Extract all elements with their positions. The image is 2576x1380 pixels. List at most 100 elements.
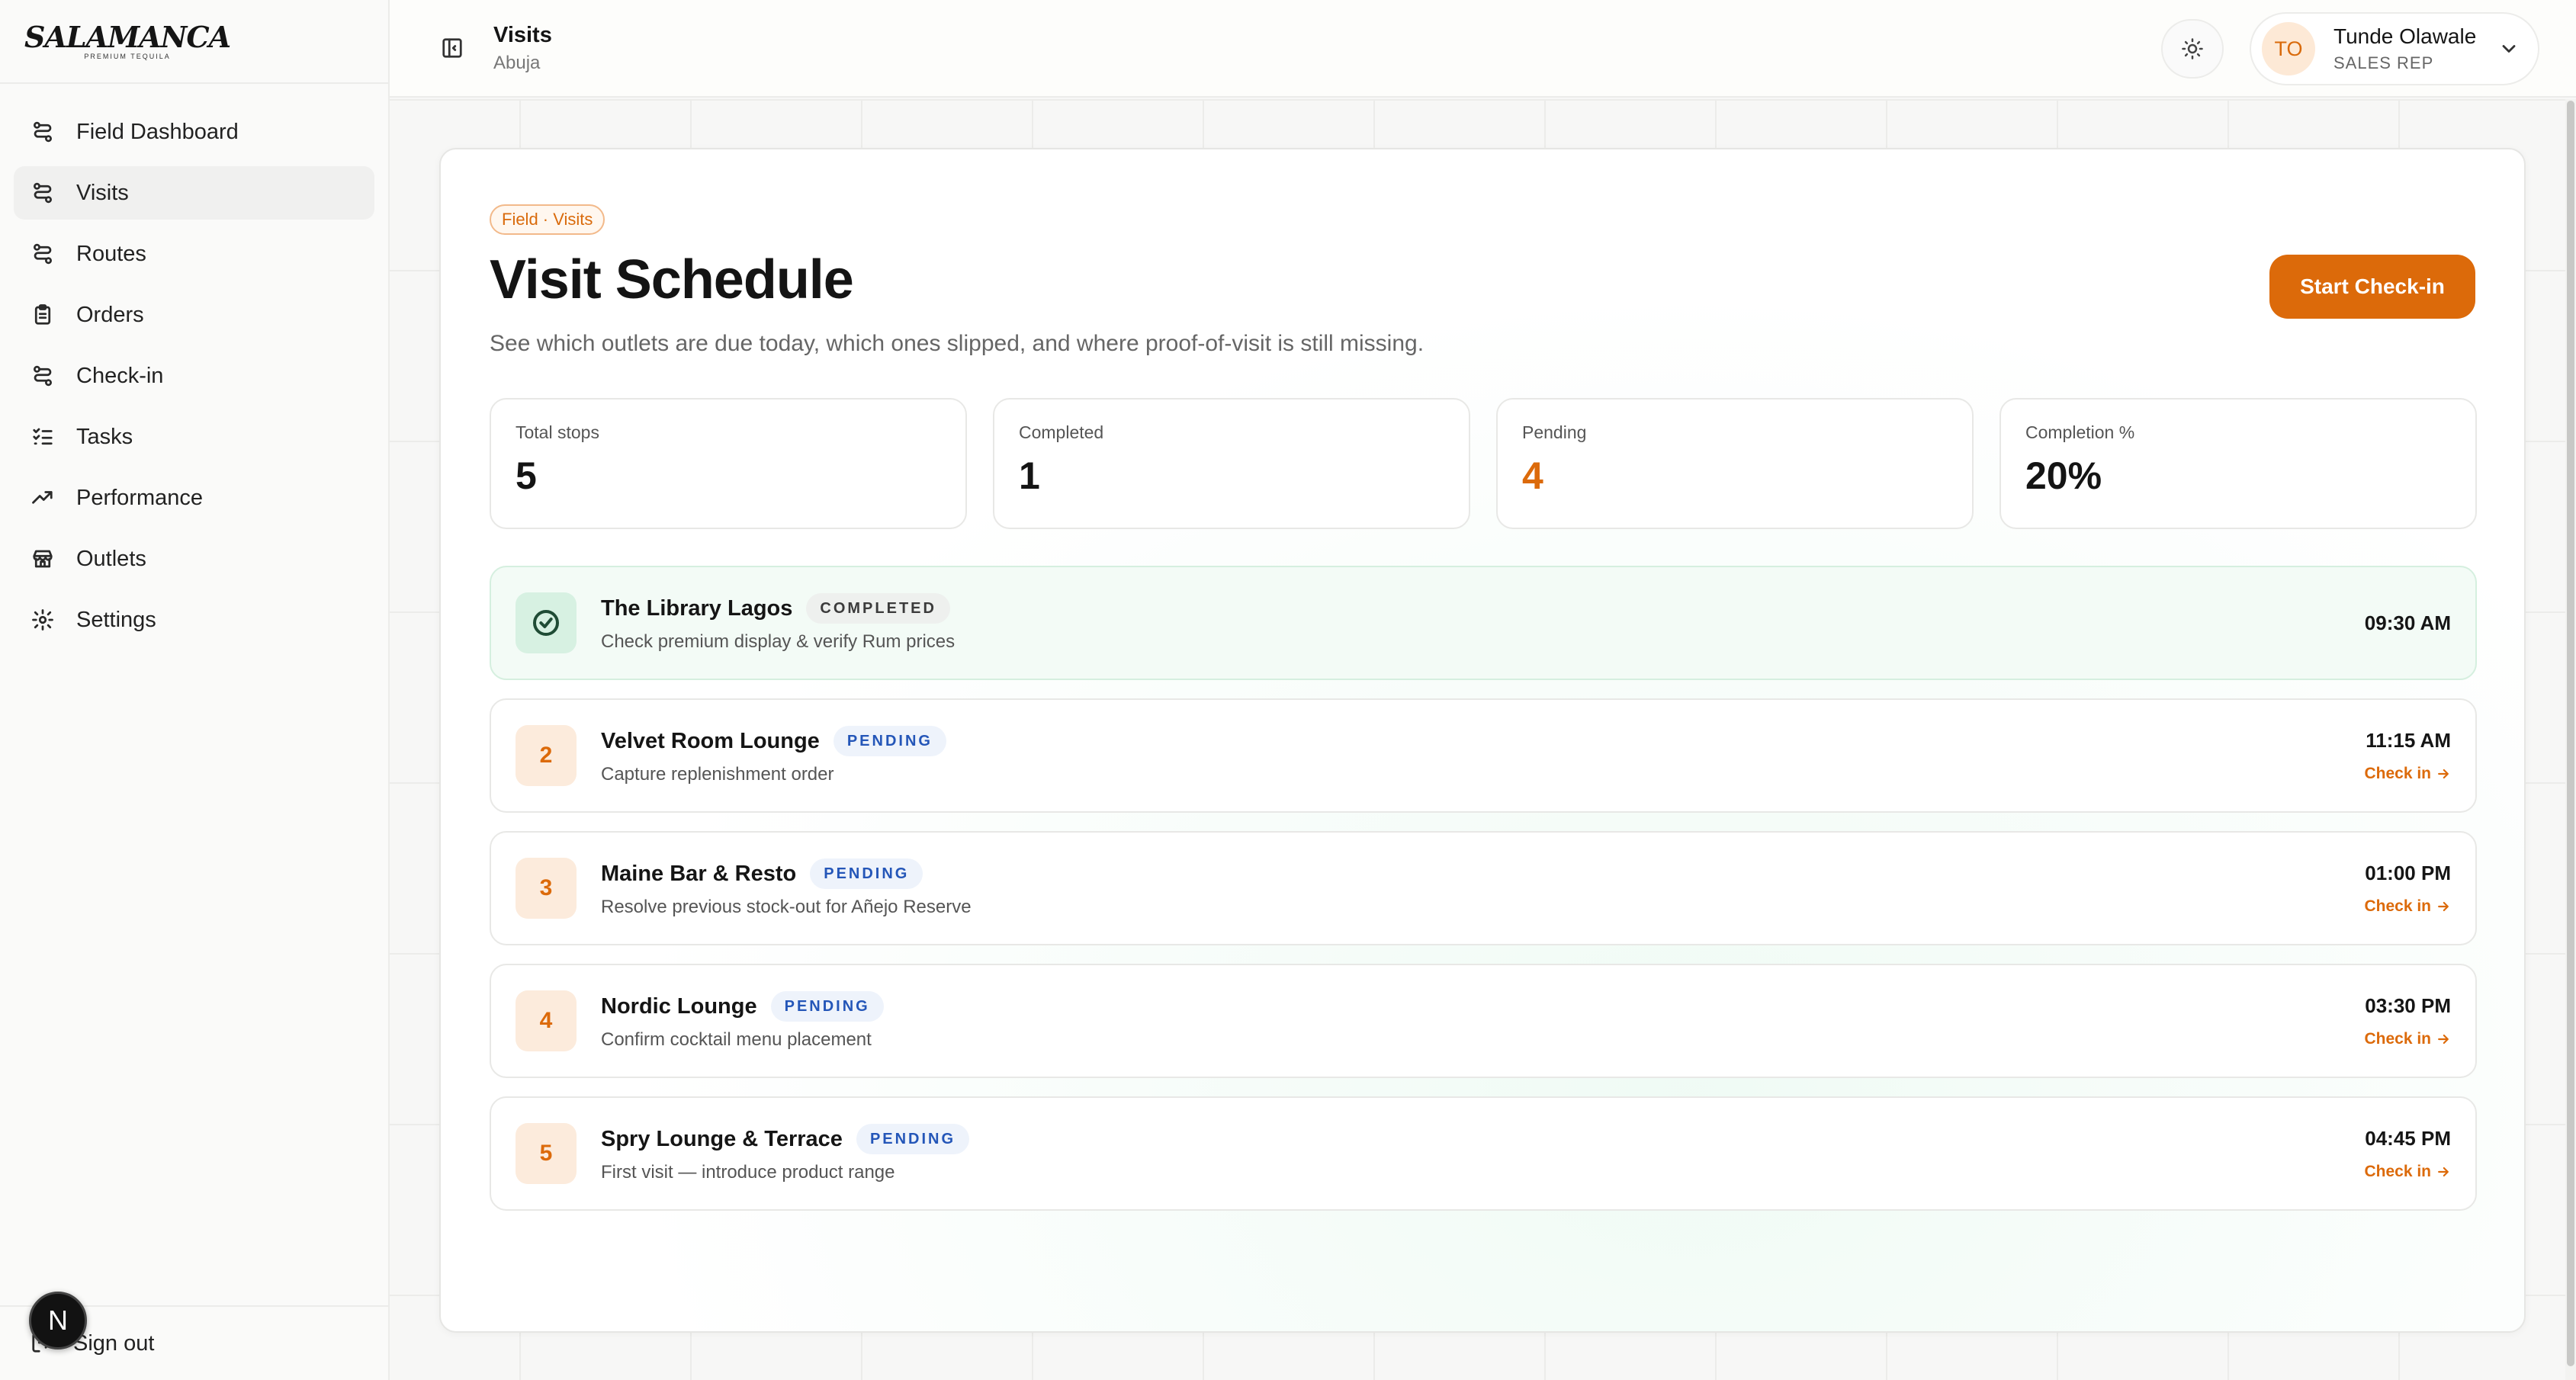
sun-icon	[2182, 38, 2203, 59]
user-role: SALES REP	[2333, 53, 2434, 72]
user-name: Tunde Olawale	[2333, 24, 2477, 48]
stat-label: Completed	[1019, 422, 1104, 442]
brand: SALAMANCA PREMIUM TEQUILA	[0, 0, 388, 84]
page-description: See which outlets are due today, which o…	[490, 331, 1425, 356]
page-breadcrumb: Visits Abuja	[493, 23, 552, 74]
visit-schedule-card: Field · Visits Visit Schedule See which …	[439, 148, 2526, 1333]
sidebar-item-visits[interactable]: Visits	[14, 166, 374, 220]
check-in-link[interactable]: Check in	[2364, 765, 2451, 783]
gear-icon	[31, 608, 55, 632]
sidebar-nav: Field Dashboard Visits Routes Orders Che…	[0, 84, 388, 647]
stat-value: 20%	[2025, 454, 2102, 497]
topbar-title: Visits	[493, 22, 552, 47]
brand-name: SALAMANCA	[24, 19, 231, 54]
visit-time: 11:15 AM	[2366, 728, 2451, 752]
check-in-link[interactable]: Check in	[2364, 1163, 2451, 1181]
list-checks-icon	[31, 425, 55, 449]
stat-pending: Pending 4	[1496, 398, 1974, 529]
arrow-right-icon	[2438, 1034, 2449, 1044]
check-in-link[interactable]: Check in	[2364, 1030, 2451, 1048]
visit-time: 04:45 PM	[2365, 1126, 2451, 1150]
sidebar-item-check-in[interactable]: Check-in	[14, 349, 374, 403]
stat-value: 1	[1019, 454, 1040, 497]
clipboard-icon	[31, 303, 55, 327]
visit-name: Nordic Lounge	[601, 993, 757, 1019]
dev-tools-badge[interactable]: N	[29, 1292, 87, 1350]
sign-out-label: Sign out	[73, 1330, 155, 1356]
visit-note: First visit — introduce product range	[601, 1162, 895, 1183]
route-icon	[31, 120, 55, 144]
sidebar-item-label: Visits	[76, 180, 129, 205]
user-menu[interactable]: TO Tunde Olawale SALES REP	[2250, 12, 2539, 85]
visit-body: Spry Lounge & Terrace PENDING First visi…	[601, 1124, 970, 1183]
visit-number: 2	[516, 725, 577, 786]
visit-item[interactable]: 4 Nordic Lounge PENDING Confirm cocktail…	[490, 964, 2477, 1078]
visit-note: Check premium display & verify Rum price…	[601, 631, 956, 652]
stat-completion-percent: Completion % 20%	[1999, 398, 2477, 529]
visit-name: Velvet Room Lounge	[601, 728, 820, 753]
avatar: TO	[2262, 22, 2315, 75]
visit-name: Spry Lounge & Terrace	[601, 1126, 843, 1151]
sidebar-item-tasks[interactable]: Tasks	[14, 410, 374, 464]
sidebar-toggle-button[interactable]	[437, 33, 467, 63]
sidebar-item-settings[interactable]: Settings	[14, 593, 374, 647]
sidebar-item-label: Routes	[76, 241, 146, 266]
arrow-right-icon	[2438, 1167, 2449, 1176]
visit-name: The Library Lagos	[601, 595, 793, 621]
visit-number: 3	[516, 858, 577, 919]
stat-label: Pending	[1522, 422, 1587, 442]
status-badge: PENDING	[833, 726, 946, 756]
visit-body: Velvet Room Lounge PENDING Capture reple…	[601, 726, 946, 785]
brand-tagline: PREMIUM TEQUILA	[84, 52, 171, 60]
visit-body: Nordic Lounge PENDING Confirm cocktail m…	[601, 991, 884, 1051]
sidebar-item-label: Outlets	[76, 546, 146, 571]
visit-item[interactable]: 2 Velvet Room Lounge PENDING Capture rep…	[490, 698, 2477, 813]
visit-list: The Library Lagos COMPLETED Check premiu…	[490, 566, 2477, 1229]
status-badge: PENDING	[810, 858, 923, 889]
route-icon	[31, 364, 55, 388]
visit-note: Resolve previous stock-out for Añejo Res…	[601, 897, 972, 917]
stat-value: 4	[1522, 454, 1543, 497]
visit-number: 5	[516, 1123, 577, 1184]
sidebar-item-field-dashboard[interactable]: Field Dashboard	[14, 105, 374, 159]
visit-name: Maine Bar & Resto	[601, 861, 797, 886]
stat-completed: Completed 1	[993, 398, 1470, 529]
visit-number: 4	[516, 990, 577, 1051]
theme-toggle-button[interactable]	[2161, 19, 2224, 79]
arrow-right-icon	[2438, 769, 2449, 778]
visit-body: The Library Lagos COMPLETED Check premiu…	[601, 593, 955, 653]
sidebar: SALAMANCA PREMIUM TEQUILA Field Dashboar…	[0, 0, 390, 1380]
route-icon	[31, 181, 55, 205]
visit-time: 09:30 AM	[2364, 611, 2451, 634]
stats-row: Total stops 5 Completed 1 Pending 4 Comp…	[490, 398, 2477, 529]
route-icon	[31, 242, 55, 266]
visit-time: 01:00 PM	[2365, 861, 2451, 884]
stat-value: 5	[516, 454, 537, 497]
arrow-right-icon	[2438, 901, 2449, 911]
start-check-in-button[interactable]: Start Check-in	[2269, 255, 2475, 319]
sidebar-item-orders[interactable]: Orders	[14, 288, 374, 342]
visit-note: Capture replenishment order	[601, 764, 834, 785]
page-title: Visit Schedule	[490, 249, 854, 310]
status-badge: COMPLETED	[806, 593, 950, 624]
topbar: Visits Abuja TO Tunde Olawale SALES REP	[390, 0, 2576, 98]
visit-item[interactable]: The Library Lagos COMPLETED Check premiu…	[490, 566, 2477, 680]
panel-left-icon	[442, 38, 462, 58]
sidebar-item-label: Field Dashboard	[76, 119, 239, 144]
visit-item[interactable]: 3 Maine Bar & Resto PENDING Resolve prev…	[490, 831, 2477, 945]
chevron-down-icon	[2498, 38, 2520, 59]
stat-label: Total stops	[516, 422, 599, 442]
check-in-link[interactable]: Check in	[2364, 897, 2451, 916]
trending-up-icon	[31, 486, 55, 510]
check-circle-icon	[516, 592, 577, 653]
scrollbar-thumb[interactable]	[2567, 101, 2574, 1366]
stat-label: Completion %	[2025, 422, 2135, 442]
sidebar-item-outlets[interactable]: Outlets	[14, 532, 374, 586]
topbar-location: Abuja	[493, 52, 541, 73]
visit-item[interactable]: 5 Spry Lounge & Terrace PENDING First vi…	[490, 1096, 2477, 1211]
sidebar-item-label: Tasks	[76, 424, 133, 449]
brand-logo[interactable]: SALAMANCA PREMIUM TEQUILA	[24, 19, 231, 60]
stat-total-stops: Total stops 5	[490, 398, 967, 529]
sidebar-item-performance[interactable]: Performance	[14, 471, 374, 525]
sidebar-item-routes[interactable]: Routes	[14, 227, 374, 281]
